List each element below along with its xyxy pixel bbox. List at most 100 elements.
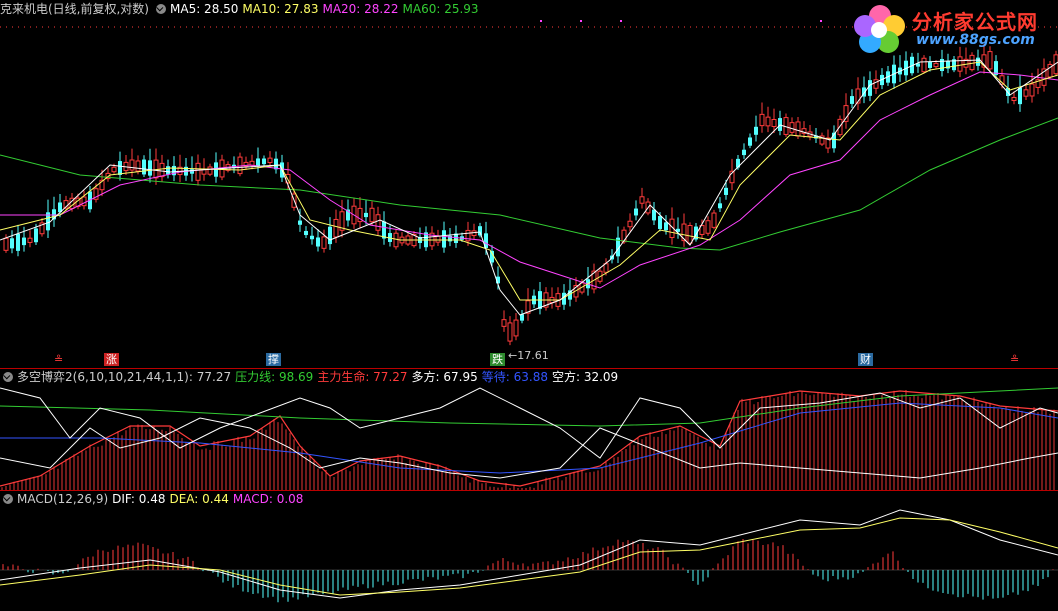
candle-down [748,137,752,146]
candle-up [933,62,939,68]
candle-down [364,212,368,218]
macd-title: MACD(12,26,9) [17,492,109,506]
pressure-line [0,387,1058,427]
dea-line [0,517,1058,596]
candle-up [81,196,87,207]
candle-down [10,238,14,249]
candle-down [1018,87,1022,105]
candle-up [435,235,441,243]
candle-up [705,220,711,234]
candle-up [507,322,513,342]
ma5-label: MA5: 28.50 [170,2,239,16]
candle-up [789,122,795,133]
candle-down [298,220,302,225]
price-chart-panel[interactable]: 克来机电(日线,前复权,对数) MA5: 28.50 MA10: 27.83 MA20… [0,0,1058,368]
dif-label: DIF: 0.48 [112,492,166,506]
candle-up [795,121,801,137]
candle-up [765,116,771,127]
candle-up [627,220,633,228]
candle-up [687,225,693,244]
candle-down [328,226,332,245]
candle-up [969,54,975,71]
candle-down [118,161,122,175]
signal-mark: ≗ [1010,353,1020,366]
candle-down [658,216,662,229]
candle-up [1029,83,1035,97]
candle-down [664,222,668,231]
candle-up [759,113,765,127]
candle-up [873,79,879,89]
candle-down [34,228,38,243]
settings-dot-icon[interactable] [3,372,13,382]
ma60-line [0,117,1058,251]
candle-down [310,235,314,240]
signal-mark: 涨 [104,353,119,366]
candle-up [369,207,375,223]
signal-mark: 跌 [490,353,505,366]
candle-down [304,230,308,236]
candle-up [27,237,33,243]
logo-text: 分析家公式网 [912,10,1038,34]
site-logo: 分析家公式网 www.88gs.com [850,2,1050,54]
candlestick-chart[interactable] [0,0,1058,368]
settings-dot-icon[interactable] [3,494,13,504]
macd-value-label: MACD: 0.08 [232,492,304,506]
candle-down [316,237,320,247]
candle-down [256,158,260,167]
candle-up [135,160,141,172]
indicator-header: 多空博弈2(6,10,10,21,44,1,1): 77.27 压力线: 98.6… [0,370,622,384]
indicator-chart[interactable] [0,368,1058,490]
settings-dot-icon[interactable] [156,4,166,14]
candle-down [166,166,170,175]
candle-down [634,208,638,216]
stock-title: 克来机电(日线,前复权,对数) [0,2,149,16]
candle-down [652,209,656,221]
flower-logo-icon [854,5,905,53]
candle-up [603,263,609,273]
candle-up [207,166,213,175]
macd-panel[interactable]: MACD(12,26,9) DIF: 0.48 DEA: 0.44 MACD: 0.0… [0,490,1058,611]
candle-down [928,62,932,68]
macd-chart[interactable] [0,490,1058,611]
main-life-label: 主力生命: 77.27 [317,370,408,384]
candle-up [3,237,9,251]
candle-up [375,214,381,231]
candle-down [442,230,446,248]
candle-up [195,162,201,181]
candle-up [111,166,117,173]
candle-up [501,319,507,327]
candle-up [1011,96,1017,102]
ma20-line [0,71,1058,289]
pressure-line-label: 压力线: 98.69 [235,370,314,384]
short-side-label: 空方: 32.09 [551,370,619,384]
ma10-line [0,61,1058,301]
macd-header: MACD(12,26,9) DIF: 0.48 DEA: 0.44 MACD: 0.0… [0,492,307,506]
ma60-label: MA60: 25.93 [402,2,479,16]
candle-up [513,319,519,337]
ma20-label: MA20: 28.22 [322,2,399,16]
candle-up [771,118,777,128]
dea-label: DEA: 0.44 [169,492,229,506]
candle-up [957,56,963,72]
marker-dot [580,20,582,22]
candle-down [148,160,152,176]
candle-up [393,232,399,248]
candle-up [159,162,165,178]
signal-mark: 财 [858,353,873,366]
candle-up [711,212,717,228]
candle-up [639,196,645,204]
long-side-label: 多方: 67.95 [411,370,478,384]
short-side-line [0,417,1058,479]
candle-down [724,187,728,195]
candle-up [1023,89,1029,97]
low-price-label: ←17.61 [508,349,549,362]
price-header: 克来机电(日线,前复权,对数) MA5: 28.50 MA10: 27.83 MA20… [0,2,483,16]
candle-down [754,126,758,135]
logo-url: www.88gs.com [916,32,1035,48]
candle-down [262,158,266,165]
candle-up [921,57,927,73]
indicator-panel[interactable]: 多空博弈2(6,10,10,21,44,1,1): 77.27 压力线: 98.6… [0,368,1058,490]
candle-down [718,203,722,209]
candle-down [142,159,146,175]
marker-dot [820,20,822,22]
